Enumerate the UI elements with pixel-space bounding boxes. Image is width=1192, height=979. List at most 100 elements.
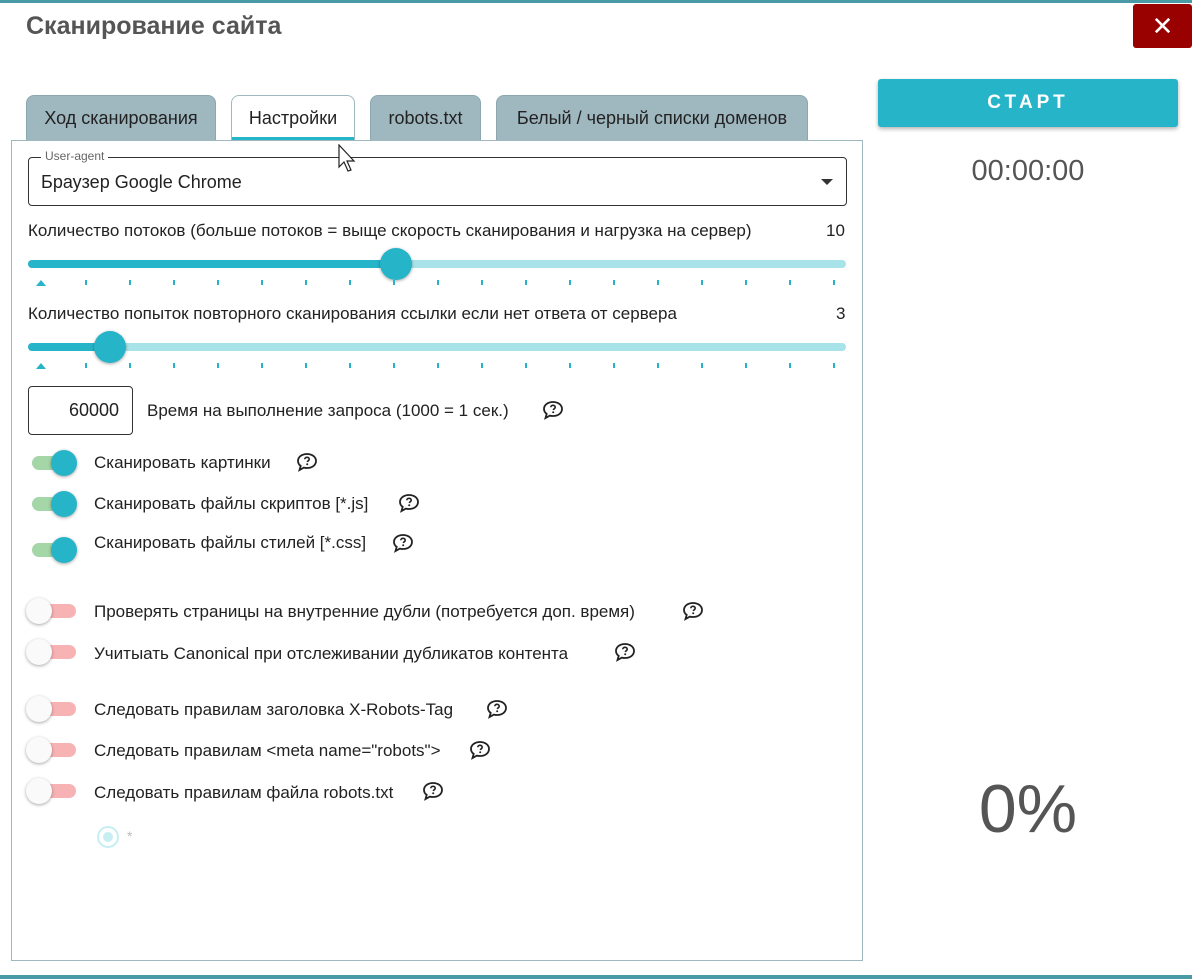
toggle-scan-images-label[interactable]: Сканировать картинки (94, 453, 271, 473)
user-agent-select[interactable]: User-agent Браузер Google Chrome (28, 149, 847, 206)
slider-tick (525, 363, 527, 368)
tab-domain-lists[interactable]: Белый / черный списки доменов (496, 95, 808, 141)
toggle-knob (51, 491, 77, 517)
help-icon[interactable] (398, 493, 420, 513)
slider-tick (481, 363, 483, 368)
mouse-cursor-icon (338, 144, 356, 172)
toggle-robots-txt-label[interactable]: Следовать правилам файла robots.txt (94, 783, 393, 803)
slider-tick (85, 280, 87, 285)
help-icon[interactable] (486, 699, 508, 719)
slider-tick (569, 363, 571, 368)
slider-tick (833, 280, 835, 285)
toggle-knob (26, 696, 52, 722)
slider-tick (349, 363, 351, 368)
user-agent-legend: User-agent (41, 149, 109, 163)
toggle-canonical[interactable] (26, 636, 78, 668)
threads-slider[interactable] (28, 248, 846, 280)
user-agent-value: Браузер Google Chrome (41, 172, 242, 192)
slider-tick (393, 363, 395, 368)
slider-tick (129, 280, 131, 285)
slider-tick (217, 280, 219, 285)
toggle-knob (26, 778, 52, 804)
window-bottom-border (0, 975, 1192, 979)
toggle-knob (51, 537, 77, 563)
elapsed-timer: 00:00:00 (971, 155, 1085, 187)
help-icon[interactable] (392, 533, 414, 553)
help-icon[interactable] (542, 400, 564, 420)
robots-user-agent-radio[interactable] (97, 826, 119, 848)
toggle-knob (51, 450, 77, 476)
help-icon[interactable] (422, 781, 444, 801)
window-top-border (0, 0, 1192, 3)
toggle-knob (26, 639, 52, 665)
toggle-knob (26, 598, 52, 624)
tab-label: Настройки (248, 108, 338, 128)
robots-user-agent-radio-label: * (127, 828, 133, 844)
slider-tick (613, 280, 615, 285)
slider-tick (393, 280, 395, 285)
slider-tick (789, 280, 791, 285)
retries-slider-thumb[interactable] (94, 331, 126, 363)
slider-tick (701, 363, 703, 368)
start-button[interactable]: СТАРТ (878, 79, 1178, 127)
toggle-check-duplicates[interactable] (26, 595, 78, 627)
toggle-x-robots-tag[interactable] (26, 693, 78, 725)
help-icon[interactable] (296, 452, 318, 472)
slider-tick (569, 280, 571, 285)
close-button[interactable]: ✕ (1133, 4, 1192, 48)
threads-value: 10 (826, 221, 845, 240)
toggle-meta-robots-label[interactable]: Следовать правилам <meta name="robots"> (94, 741, 441, 761)
slider-tick (481, 280, 483, 285)
slider-tick (745, 363, 747, 368)
radio-dot (103, 832, 113, 842)
tab-robots-txt[interactable]: robots.txt (370, 95, 481, 141)
toggle-check-duplicates-label[interactable]: Проверять страницы на внутренние дубли (… (94, 602, 635, 622)
retries-slider[interactable] (28, 331, 846, 363)
tab-settings[interactable]: Настройки (231, 95, 355, 141)
help-icon[interactable] (614, 642, 636, 662)
dropdown-arrow-icon[interactable] (821, 179, 833, 185)
slider-tick (657, 363, 659, 368)
slider-tick (437, 280, 439, 285)
threads-slider-thumb[interactable] (380, 248, 412, 280)
slider-tick (305, 280, 307, 285)
toggle-meta-robots[interactable] (26, 734, 78, 766)
tab-label: robots.txt (388, 108, 463, 128)
slider-tick (789, 363, 791, 368)
slider-tick (261, 363, 263, 368)
retries-label: Количество попыток повторного сканирован… (28, 304, 677, 323)
slider-tick (525, 280, 527, 285)
toggle-scan-js-label[interactable]: Сканировать файлы скриптов [*.js] (94, 494, 368, 514)
slider-tick (173, 280, 175, 285)
help-icon[interactable] (469, 740, 491, 760)
threads-label: Количество потоков (больше потоков = выщ… (28, 221, 752, 240)
slider-tick-first (36, 280, 46, 286)
toggle-knob (26, 737, 52, 763)
slider-tick (129, 363, 131, 368)
request-timeout-input[interactable]: 60000 (28, 386, 133, 435)
toggle-scan-js[interactable] (28, 488, 78, 520)
tab-label: Ход сканирования (44, 108, 198, 128)
toggle-canonical-label[interactable]: Учитыать Canonical при отслеживании дубл… (94, 644, 568, 664)
retries-value: 3 (836, 304, 846, 323)
slider-tick (85, 363, 87, 368)
slider-tick (261, 280, 263, 285)
progress-percent: 0% (978, 771, 1078, 847)
slider-tick (305, 363, 307, 368)
slider-tick (701, 280, 703, 285)
toggle-scan-images[interactable] (28, 447, 78, 479)
slider-fill (28, 260, 396, 268)
toggle-robots-txt[interactable] (26, 775, 78, 807)
help-icon[interactable] (682, 601, 704, 621)
tab-scan-progress[interactable]: Ход сканирования (26, 95, 216, 141)
close-icon[interactable]: ✕ (1152, 11, 1174, 42)
request-timeout-label: Время на выполнение запроса (1000 = 1 се… (147, 401, 509, 420)
toggle-x-robots-tag-label[interactable]: Следовать правилам заголовка X-Robots-Ta… (94, 700, 453, 720)
toggle-scan-css-label[interactable]: Сканировать файлы стилей [*.css] (94, 533, 366, 553)
slider-tick-first (36, 363, 46, 369)
slider-tick (745, 280, 747, 285)
tab-label: Белый / черный списки доменов (516, 108, 788, 128)
toggle-scan-css[interactable] (28, 534, 78, 566)
slider-tick (437, 363, 439, 368)
slider-tick (657, 280, 659, 285)
